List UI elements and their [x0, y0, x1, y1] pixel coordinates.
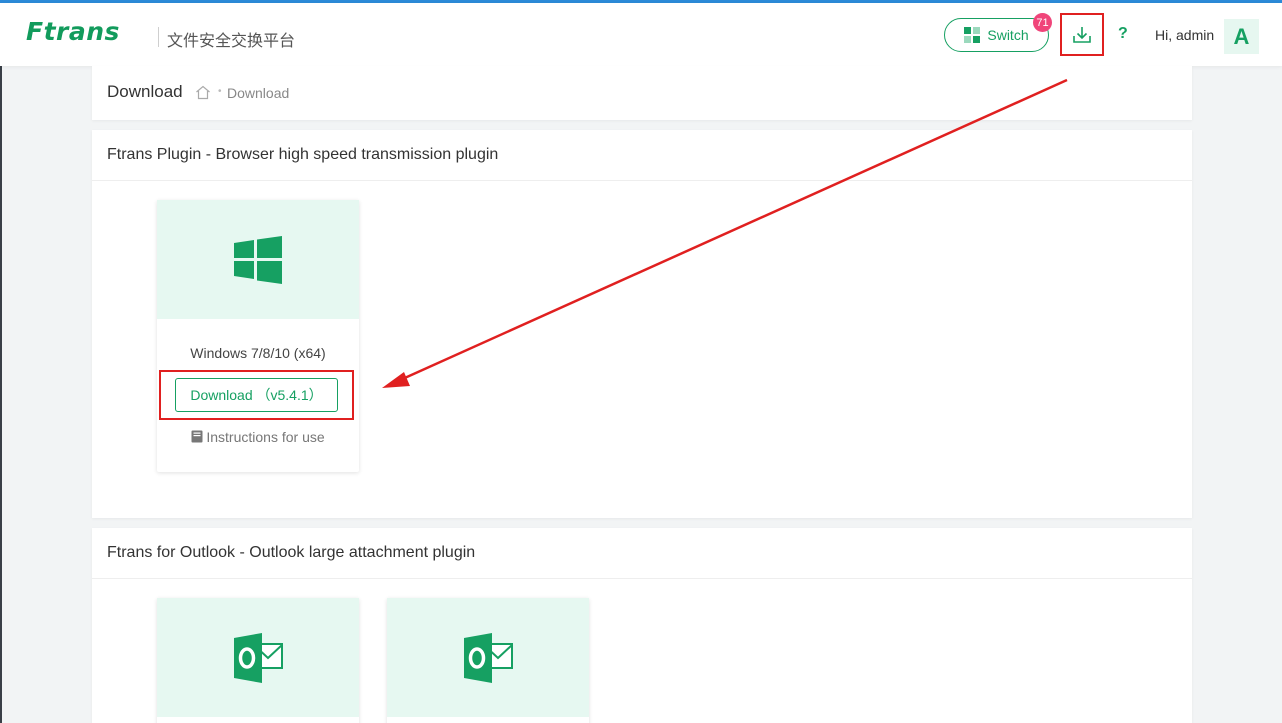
- help-button[interactable]: ?: [1118, 25, 1128, 43]
- download-icon: [1073, 26, 1091, 43]
- outlook-download-card: [157, 598, 359, 723]
- outlook-icon: [464, 632, 513, 683]
- instructions-label: Instructions for use: [206, 429, 325, 445]
- os-name: Windows 7/8/10 (x64): [190, 345, 326, 361]
- breadcrumb-separator: •: [218, 86, 222, 97]
- plugin-section: Ftrans Plugin - Browser high speed trans…: [92, 130, 1192, 518]
- outlook-icon: [234, 632, 283, 683]
- grid-icon: [964, 27, 981, 43]
- left-window-edge: [0, 66, 2, 723]
- logo-separator: [158, 27, 159, 47]
- top-header: Ftrans 文件安全交换平台 Switch 71 ? Hi, admin A: [0, 3, 1282, 66]
- section-title: Ftrans for Outlook - Outlook large attac…: [107, 544, 476, 561]
- windows-icon: [234, 235, 282, 284]
- breadcrumb-current: Download: [227, 85, 290, 101]
- app-subtitle: 文件安全交换平台: [167, 33, 296, 50]
- outlook-section: Ftrans for Outlook - Outlook large attac…: [92, 528, 1192, 723]
- home-icon[interactable]: [195, 85, 211, 105]
- card-icon-area: [157, 200, 359, 319]
- section-divider: [92, 578, 1192, 579]
- windows-download-card: Windows 7/8/10 (x64) Download （v5.4.1） I…: [157, 200, 359, 472]
- outlook-download-card: [387, 598, 589, 723]
- page-title: Download: [107, 82, 183, 101]
- notification-badge: 71: [1033, 13, 1052, 32]
- download-center-button[interactable]: [1060, 13, 1104, 56]
- card-icon-area: [387, 598, 589, 717]
- user-greeting: Hi, admin: [1155, 27, 1215, 43]
- card-icon-area: [157, 598, 359, 717]
- section-divider: [92, 180, 1192, 181]
- app-logo[interactable]: Ftrans: [26, 17, 120, 46]
- instructions-link[interactable]: Instructions for use: [157, 429, 359, 446]
- avatar[interactable]: A: [1224, 19, 1259, 54]
- highlight-box: [159, 370, 354, 420]
- breadcrumb: Download • Download: [92, 66, 1192, 120]
- section-title: Ftrans Plugin - Browser high speed trans…: [107, 146, 499, 163]
- book-icon: [191, 430, 203, 446]
- switch-label: Switch: [987, 27, 1029, 43]
